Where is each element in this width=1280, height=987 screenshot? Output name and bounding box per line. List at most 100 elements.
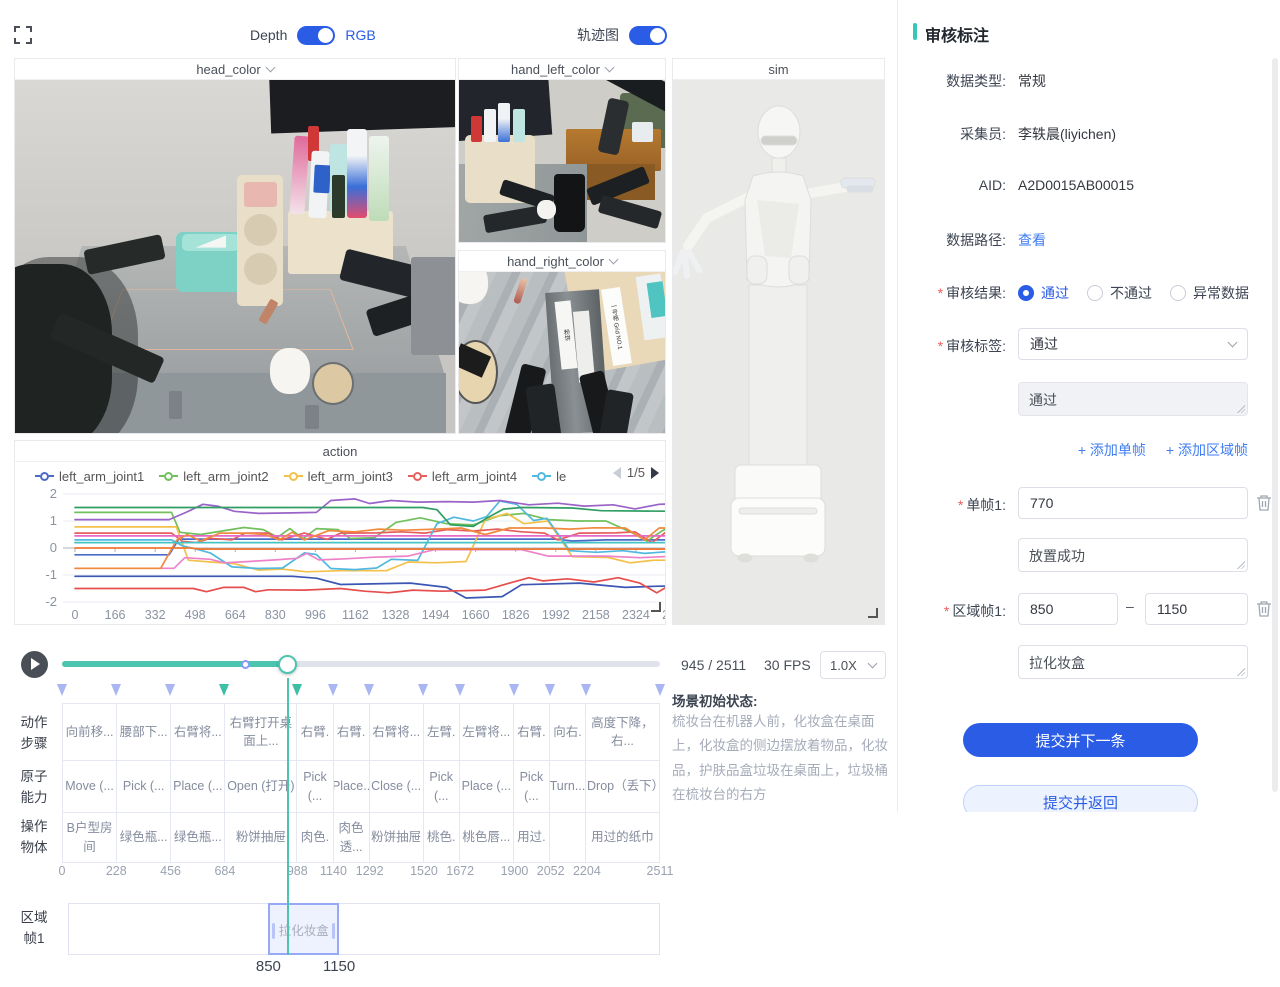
legend-item[interactable]: left_arm_joint3 bbox=[284, 469, 393, 484]
step-cell[interactable]: 腰部下... bbox=[117, 704, 171, 760]
depth-rgb-toggle[interactable] bbox=[297, 26, 335, 45]
region-end-input[interactable]: 1150 bbox=[1145, 593, 1248, 625]
step-marker-icon[interactable] bbox=[509, 684, 519, 696]
submit-back-button[interactable]: 提交并返回 bbox=[963, 785, 1198, 812]
radio-icon[interactable] bbox=[1087, 285, 1103, 301]
step-cell[interactable]: 左臂将... bbox=[460, 704, 514, 760]
legend-prev-icon[interactable] bbox=[613, 467, 621, 479]
step-cell[interactable]: Pick (... bbox=[117, 761, 171, 812]
review-tag-select[interactable]: 通过 bbox=[1018, 328, 1248, 360]
scrollbar[interactable] bbox=[1272, 58, 1278, 792]
delete-single-frame-icon[interactable] bbox=[1256, 494, 1272, 512]
legend-item[interactable]: left_arm_joint2 bbox=[159, 469, 268, 484]
region-segment[interactable]: 拉化妆盒 bbox=[268, 903, 339, 955]
result-radio-通过[interactable]: 通过 bbox=[1018, 283, 1069, 303]
step-cell[interactable]: 右臂. bbox=[297, 704, 333, 760]
step-cell[interactable]: Place (... bbox=[171, 761, 225, 812]
step-cell[interactable]: 左臂. bbox=[424, 704, 460, 760]
step-marker-icon[interactable] bbox=[292, 684, 302, 696]
resize-handle-icon[interactable] bbox=[868, 608, 878, 618]
step-marker-icon[interactable] bbox=[111, 684, 121, 696]
step-cell[interactable]: B户型房间 bbox=[63, 813, 117, 862]
resize-grip-icon[interactable] bbox=[1237, 668, 1245, 676]
step-cell[interactable]: Pick (... bbox=[514, 761, 550, 812]
step-cell[interactable]: Pick (... bbox=[424, 761, 460, 812]
add-single-frame-link[interactable]: + 添加单帧 bbox=[1078, 440, 1146, 460]
hand-left-camera-header[interactable]: hand_left_color bbox=[459, 59, 665, 80]
region-segment-left-handle[interactable] bbox=[272, 923, 275, 939]
step-cell[interactable]: 用过. bbox=[514, 813, 550, 862]
resize-handle-icon[interactable] bbox=[651, 602, 661, 612]
head-camera-header[interactable]: head_color bbox=[15, 59, 455, 80]
single-frame-note[interactable]: 放置成功 bbox=[1018, 538, 1248, 572]
frame-tick: 684 bbox=[205, 864, 245, 878]
single-frame-dot[interactable] bbox=[241, 660, 250, 669]
region-frame-note[interactable]: 拉化妆盒 bbox=[1018, 645, 1248, 679]
step-cell[interactable]: Turn... bbox=[550, 761, 586, 812]
submit-next-button[interactable]: 提交并下一条 bbox=[963, 723, 1198, 757]
step-cell[interactable]: Move (... bbox=[63, 761, 117, 812]
delete-region-frame-icon[interactable] bbox=[1256, 600, 1272, 618]
step-marker-icon[interactable] bbox=[455, 684, 465, 696]
add-region-frame-link[interactable]: + 添加区域帧 bbox=[1166, 440, 1248, 460]
legend-next-icon[interactable] bbox=[651, 467, 659, 479]
data-path-link[interactable]: 查看 bbox=[1018, 230, 1046, 250]
step-cell[interactable]: 高度下降，右... bbox=[586, 704, 659, 760]
trajectory-toggle[interactable] bbox=[629, 26, 667, 45]
legend-item[interactable]: le bbox=[532, 469, 566, 484]
step-marker-icon[interactable] bbox=[418, 684, 428, 696]
hand-right-camera-header[interactable]: hand_right_color bbox=[459, 251, 665, 272]
resize-grip-icon[interactable] bbox=[1237, 405, 1245, 413]
step-marker-icon[interactable] bbox=[581, 684, 591, 696]
frame-tick: 2052 bbox=[531, 864, 571, 878]
timeline-slider-handle[interactable] bbox=[278, 655, 297, 674]
radio-icon[interactable] bbox=[1170, 285, 1186, 301]
result-radio-不通过[interactable]: 不通过 bbox=[1087, 283, 1152, 303]
sim-viewport[interactable] bbox=[673, 80, 884, 624]
step-cell[interactable]: 右臂将... bbox=[171, 704, 225, 760]
step-cell[interactable] bbox=[550, 813, 586, 862]
step-cell[interactable]: 向右. bbox=[550, 704, 586, 760]
radio-icon[interactable] bbox=[1018, 285, 1034, 301]
step-cell[interactable]: 绿色瓶... bbox=[171, 813, 225, 862]
step-cell[interactable]: 桃色唇... bbox=[460, 813, 514, 862]
collector-value: 李轶晨(liyichen) bbox=[1018, 124, 1116, 144]
step-marker-icon[interactable] bbox=[364, 684, 374, 696]
region-segment-right-handle[interactable] bbox=[332, 923, 335, 939]
step-cell[interactable]: 右臂. bbox=[334, 704, 370, 760]
step-cell[interactable]: Place (... bbox=[460, 761, 514, 812]
chart-plot-area[interactable]: 210-1-2 01663324986648309961162132814941… bbox=[15, 489, 665, 624]
step-cell[interactable]: Pick (... bbox=[297, 761, 333, 812]
step-cell[interactable]: 肉色. bbox=[297, 813, 333, 862]
speed-select[interactable]: 1.0X bbox=[820, 651, 886, 679]
step-cell[interactable]: 右臂. bbox=[514, 704, 550, 760]
tag-label: *审核标签: bbox=[898, 336, 1006, 356]
step-marker-icon[interactable] bbox=[328, 684, 338, 696]
step-cell[interactable]: 向前移... bbox=[63, 704, 117, 760]
step-marker-icon[interactable] bbox=[219, 684, 229, 696]
step-cell[interactable]: Drop（丢下） bbox=[586, 761, 659, 812]
step-marker-icon[interactable] bbox=[57, 684, 67, 696]
single-frame-input[interactable]: 770 bbox=[1018, 487, 1248, 519]
legend-item[interactable]: left_arm_joint4 bbox=[408, 469, 517, 484]
step-cell[interactable]: 粉饼抽屉 bbox=[370, 813, 424, 862]
step-cell[interactable]: 绿色瓶... bbox=[117, 813, 171, 862]
step-cell[interactable]: 用过的纸巾 bbox=[586, 813, 659, 862]
step-marker-icon[interactable] bbox=[655, 684, 665, 696]
data-type-label: 数据类型: bbox=[898, 71, 1006, 91]
result-radio-异常数据[interactable]: 异常数据 bbox=[1170, 283, 1249, 303]
step-cell[interactable]: Place.. bbox=[334, 761, 370, 812]
step-cell[interactable]: 右臂将... bbox=[370, 704, 424, 760]
step-cell[interactable]: 肉色透... bbox=[334, 813, 370, 862]
region-track[interactable] bbox=[68, 903, 660, 955]
play-button[interactable] bbox=[21, 651, 48, 678]
step-cell[interactable]: Close (... bbox=[370, 761, 424, 812]
step-marker-icon[interactable] bbox=[545, 684, 555, 696]
legend-item[interactable]: left_arm_joint1 bbox=[35, 469, 144, 484]
fullscreen-icon[interactable] bbox=[14, 26, 32, 44]
region-start-input[interactable]: 850 bbox=[1018, 593, 1118, 625]
step-marker-icon[interactable] bbox=[165, 684, 175, 696]
review-tag-note[interactable]: 通过 bbox=[1018, 382, 1248, 416]
resize-grip-icon[interactable] bbox=[1237, 561, 1245, 569]
step-cell[interactable]: 桃色. bbox=[424, 813, 460, 862]
